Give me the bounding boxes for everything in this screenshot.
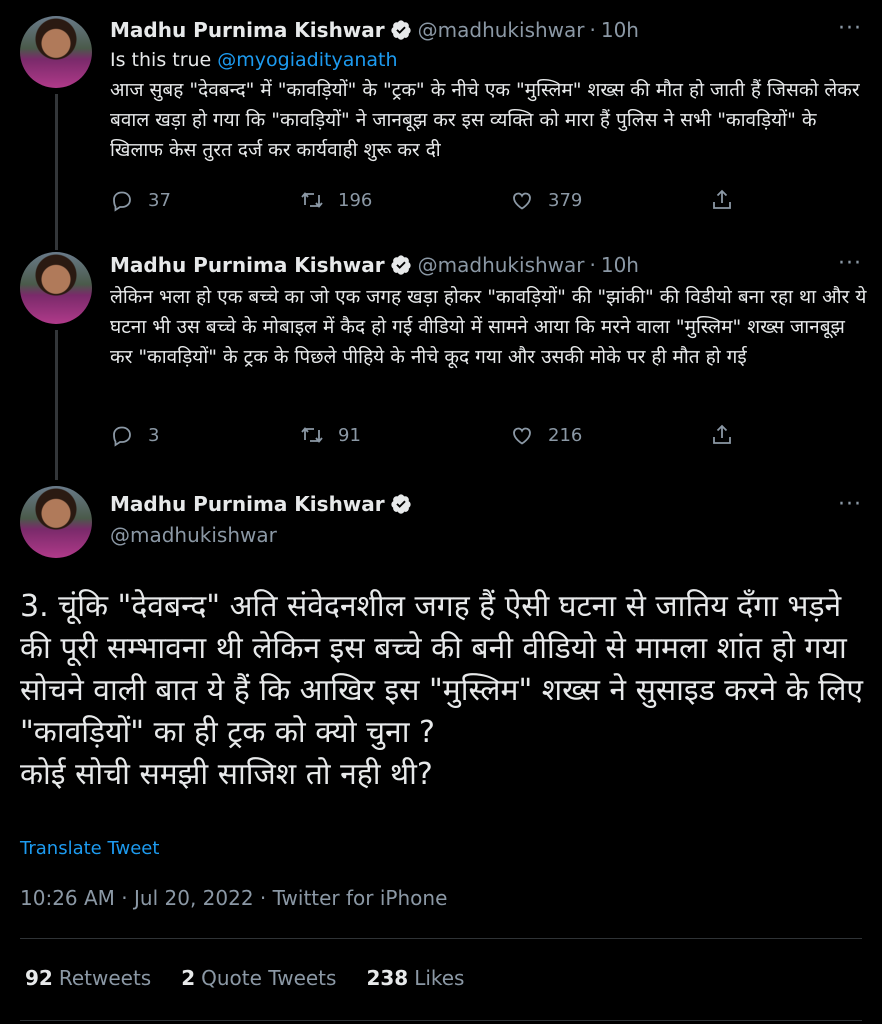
quotes-count: 2 (181, 966, 196, 990)
engagement-stats: 92 Retweets 2 Quote Tweets 238 Likes (25, 966, 464, 990)
more-icon[interactable]: ··· (838, 251, 862, 276)
tweet-text: लेकिन भला हो एक बच्चे का जो एक जगह खड़ा … (110, 286, 867, 368)
tweet-2[interactable]: Madhu Purnima Kishwar @madhukishwar · 10… (0, 240, 882, 480)
avatar[interactable] (20, 252, 92, 324)
retweets-stat[interactable]: 92 Retweets (25, 966, 151, 990)
mention-link[interactable]: @myogiadityanath (217, 49, 397, 71)
separator: · (589, 253, 596, 277)
like-icon (513, 192, 531, 210)
divider (20, 938, 862, 939)
tweet-header: Madhu Purnima Kishwar @madhukishwar · 10… (110, 18, 639, 42)
author-handle[interactable]: @madhukishwar (418, 253, 585, 277)
retweets-count: 92 (25, 966, 53, 990)
retweet-button[interactable]: 196 (300, 188, 510, 212)
text-prefix: Is this true (110, 49, 218, 71)
tweet-1[interactable]: Madhu Purnima Kishwar @madhukishwar · 10… (0, 0, 882, 240)
share-icon (713, 189, 731, 209)
retweet-count: 91 (338, 424, 361, 446)
retweets-label: Retweets (58, 966, 152, 990)
share-button[interactable] (710, 423, 748, 447)
like-count: 216 (548, 424, 583, 446)
text-body: आज सुबह "देवबन्द" में "कावड़ियों" के "ट्… (110, 79, 860, 161)
quote-tweets-stat[interactable]: 2 Quote Tweets (181, 966, 336, 990)
like-button[interactable]: 216 (510, 423, 710, 447)
reply-count: 37 (148, 189, 171, 211)
author-name[interactable]: Madhu Purnima Kishwar (110, 492, 385, 516)
author-name-row: Madhu Purnima Kishwar (110, 492, 412, 516)
divider (20, 1020, 862, 1021)
author-name[interactable]: Madhu Purnima Kishwar (110, 18, 385, 42)
action-bar: 3 91 216 (110, 423, 760, 447)
author-handle[interactable]: @madhukishwar (418, 18, 585, 42)
retweet-icon (301, 192, 323, 208)
share-button[interactable] (710, 188, 748, 212)
author-handle-row: @madhukishwar (110, 523, 277, 547)
tweet-meta: 10:26 AM · Jul 20, 2022 · Twitter for iP… (20, 886, 448, 910)
author-handle[interactable]: @madhukishwar (110, 523, 277, 547)
reply-count: 3 (148, 424, 160, 446)
main-tweet-text: 3. चूंकि "देवबन्द" अति संवेदनशील जगह हैं… (20, 589, 864, 792)
tweet-text: Is this true @myogiadityanath आज सुबह "द… (110, 45, 870, 165)
more-icon[interactable]: ··· (838, 16, 862, 41)
verified-badge-icon (391, 20, 411, 40)
reply-button[interactable]: 37 (110, 188, 300, 212)
likes-stat[interactable]: 238 Likes (366, 966, 464, 990)
separator: · (589, 18, 596, 42)
retweet-icon (301, 427, 323, 443)
like-button[interactable]: 379 (510, 188, 710, 212)
likes-count: 238 (366, 966, 409, 990)
verified-badge-icon (391, 255, 411, 275)
author-name[interactable]: Madhu Purnima Kishwar (110, 253, 385, 277)
like-icon (513, 427, 531, 445)
more-icon[interactable]: ··· (838, 492, 862, 517)
action-bar: 37 196 379 (110, 188, 760, 212)
tweet-header: Madhu Purnima Kishwar @madhukishwar · 10… (110, 253, 639, 277)
translate-tweet-link[interactable]: Translate Tweet (20, 838, 159, 859)
reply-icon (113, 426, 131, 447)
timestamp[interactable]: 10h (601, 253, 639, 277)
avatar[interactable] (20, 16, 92, 88)
verified-badge-icon (391, 494, 411, 514)
share-icon (713, 424, 731, 444)
likes-label: Likes (414, 966, 465, 990)
retweet-count: 196 (338, 189, 373, 211)
retweet-button[interactable]: 91 (300, 423, 510, 447)
reply-icon (113, 191, 131, 212)
timestamp[interactable]: 10h (601, 18, 639, 42)
quotes-label: Quote Tweets (201, 966, 337, 990)
avatar[interactable] (20, 486, 92, 558)
reply-button[interactable]: 3 (110, 423, 300, 447)
like-count: 379 (548, 189, 583, 211)
